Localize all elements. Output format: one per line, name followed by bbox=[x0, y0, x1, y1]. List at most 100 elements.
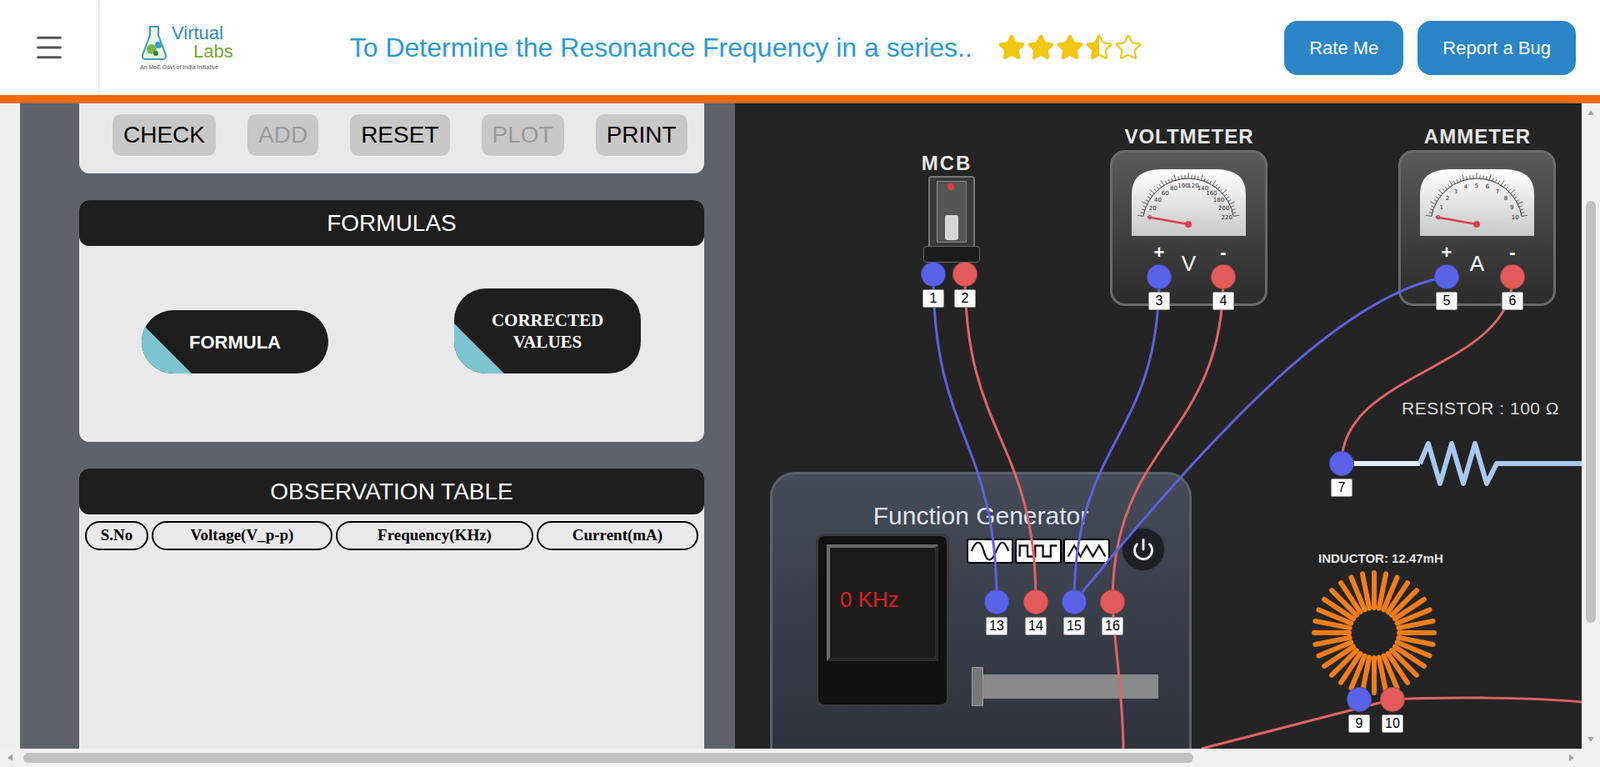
header-accent-bar bbox=[0, 95, 1600, 104]
terminal[interactable] bbox=[1329, 450, 1355, 476]
waveform-button[interactable] bbox=[1063, 538, 1110, 564]
meter: 012345678910A bbox=[1398, 150, 1556, 306]
wires bbox=[735, 103, 1582, 749]
star-icon[interactable] bbox=[1114, 33, 1143, 62]
control-button[interactable]: RESET bbox=[350, 114, 450, 156]
control-button[interactable]: CHECK bbox=[112, 114, 216, 156]
polarity-sign: + bbox=[1150, 243, 1168, 262]
wire bbox=[1074, 276, 1160, 602]
controls-panel: CHECKADDRESETPLOTPRINT bbox=[79, 103, 705, 174]
star-icon[interactable] bbox=[997, 33, 1026, 62]
svg-text:2: 2 bbox=[1445, 195, 1450, 202]
page-title: To Determine the Resonance Frequency in … bbox=[350, 27, 973, 68]
power-button[interactable] bbox=[1120, 526, 1166, 572]
mcb-lever[interactable] bbox=[945, 215, 959, 240]
terminal[interactable] bbox=[984, 589, 1010, 615]
meter-unit: A bbox=[1400, 250, 1554, 276]
svg-text:4: 4 bbox=[1464, 183, 1469, 190]
sine-wave-icon bbox=[968, 538, 1012, 564]
wire bbox=[1112, 276, 1224, 602]
resistor-label: RESISTOR : 100 Ω bbox=[1401, 396, 1560, 420]
svg-text:200: 200 bbox=[1218, 205, 1230, 212]
table-column-header: S.No bbox=[85, 520, 149, 550]
star-icon[interactable] bbox=[1085, 33, 1114, 62]
formula-button[interactable]: CORRECTED VALUES bbox=[454, 288, 641, 374]
terminal[interactable] bbox=[1434, 264, 1460, 290]
observation-panel: OBSERVATION TABLES.NoVoltage(V_p-p)Frequ… bbox=[79, 468, 705, 749]
scroll-down-icon[interactable] bbox=[1585, 734, 1596, 745]
terminal-label: 7 bbox=[1330, 478, 1353, 497]
square-wave-icon bbox=[1016, 538, 1060, 564]
svg-text:180: 180 bbox=[1213, 196, 1225, 204]
vertical-scrollbar[interactable] bbox=[1581, 103, 1600, 749]
terminal-label: 14 bbox=[1025, 616, 1047, 635]
logo-primary: Virtual bbox=[171, 24, 234, 43]
control-panel: CHECKADDRESETPLOTPRINT FORMULAS FORMULA COR… bbox=[20, 103, 735, 749]
horizontal-scrollbar[interactable] bbox=[0, 748, 1600, 767]
svg-text:160: 160 bbox=[1205, 190, 1217, 197]
mcb-led bbox=[947, 183, 955, 190]
svg-text:9: 9 bbox=[1510, 204, 1514, 211]
scroll-up-icon[interactable] bbox=[1585, 107, 1596, 118]
waveform-button[interactable] bbox=[1015, 538, 1062, 564]
star-icon[interactable] bbox=[1026, 33, 1055, 62]
scrollbar-thumb[interactable] bbox=[23, 752, 1194, 763]
waveform-buttons bbox=[966, 538, 1110, 564]
svg-text:5: 5 bbox=[1475, 182, 1479, 190]
terminal[interactable] bbox=[1146, 264, 1172, 290]
terminal-label: 1 bbox=[922, 289, 945, 308]
scroll-right-icon[interactable] bbox=[1566, 752, 1577, 763]
frequency-slider[interactable] bbox=[971, 674, 1159, 699]
star-icon[interactable] bbox=[1055, 33, 1085, 62]
wire bbox=[965, 274, 1036, 602]
terminal-label: 2 bbox=[954, 289, 976, 308]
header-button[interactable]: Rate Me bbox=[1284, 20, 1404, 75]
terminal[interactable] bbox=[1346, 686, 1372, 712]
header: VirtualLabsAn MoE Govt of India Initiati… bbox=[0, 0, 1600, 95]
terminal-label: 10 bbox=[1381, 714, 1404, 733]
header-button[interactable]: Report a Bug bbox=[1417, 20, 1576, 75]
scroll-left-icon[interactable] bbox=[5, 752, 15, 763]
generator-title: Function Generator bbox=[772, 500, 1190, 531]
panel-header: FORMULAS bbox=[79, 200, 705, 246]
control-button[interactable]: PRINT bbox=[595, 114, 688, 156]
svg-text:20: 20 bbox=[1149, 205, 1157, 212]
svg-text:80: 80 bbox=[1170, 185, 1178, 192]
meter: 020406080100120140160180200220V bbox=[1110, 150, 1268, 306]
terminal-label: 16 bbox=[1101, 616, 1124, 635]
circuit-canvas: MCBVOLTMETER0204060801001201401601802002… bbox=[735, 103, 1582, 749]
mcb-switch[interactable] bbox=[923, 175, 980, 265]
power-icon bbox=[1131, 537, 1155, 561]
terminal-label: 13 bbox=[985, 616, 1008, 635]
waveform-button[interactable] bbox=[966, 538, 1014, 564]
terminal-label: 4 bbox=[1212, 291, 1235, 310]
slider-handle[interactable] bbox=[971, 666, 984, 706]
frequency-readout: 0 KHz bbox=[840, 585, 935, 613]
terminal-label: 5 bbox=[1435, 291, 1458, 310]
meter-title: AMMETER bbox=[1381, 125, 1574, 149]
terminal[interactable] bbox=[1380, 686, 1405, 712]
svg-text:10: 10 bbox=[1511, 214, 1520, 221]
polarity-sign: - bbox=[1215, 243, 1232, 262]
svg-text:8: 8 bbox=[1504, 195, 1508, 202]
terminal[interactable] bbox=[952, 261, 978, 287]
rating-stars[interactable] bbox=[997, 33, 1143, 62]
terminal[interactable] bbox=[1210, 264, 1236, 290]
wire bbox=[1341, 276, 1513, 464]
scrollbar-thumb[interactable] bbox=[1585, 200, 1596, 623]
terminal[interactable] bbox=[1500, 264, 1525, 290]
terminal[interactable] bbox=[1100, 589, 1125, 615]
table-column-header: Frequency(KHz) bbox=[335, 520, 534, 550]
menu-button[interactable] bbox=[0, 0, 100, 95]
formula-button[interactable]: FORMULA bbox=[141, 310, 329, 374]
table-column-header: Voltage(V_p-p) bbox=[151, 520, 333, 550]
logo[interactable]: VirtualLabsAn MoE Govt of India Initiati… bbox=[140, 23, 234, 72]
svg-text:220: 220 bbox=[1221, 214, 1233, 221]
meter-title: VOLTMETER bbox=[1093, 125, 1285, 149]
terminal[interactable] bbox=[1023, 589, 1049, 615]
svg-text:1: 1 bbox=[1440, 204, 1444, 211]
app: VirtualLabsAn MoE Govt of India Initiati… bbox=[0, 0, 1600, 767]
terminal[interactable] bbox=[1061, 589, 1087, 615]
logo-secondary: Labs bbox=[171, 42, 234, 61]
terminal[interactable] bbox=[920, 261, 946, 287]
